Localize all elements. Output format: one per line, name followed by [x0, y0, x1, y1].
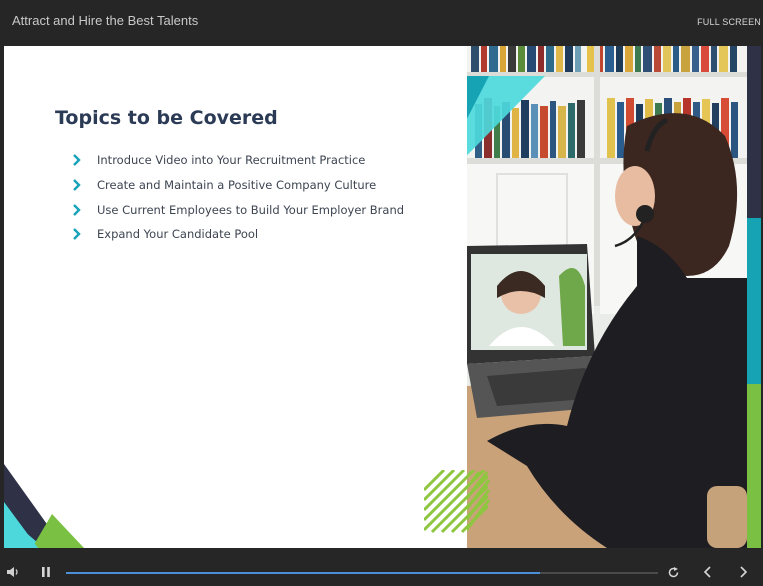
topic-item: Create and Maintain a Positive Company C…: [70, 173, 404, 198]
progress-fill: [66, 572, 540, 574]
chevron-right-icon: [73, 203, 81, 216]
stripes-decoration: [424, 470, 488, 534]
next-icon[interactable]: [737, 566, 749, 578]
slide-title: Topics to be Covered: [55, 107, 278, 129]
topic-item: Use Current Employees to Build Your Empl…: [70, 197, 404, 222]
player-controls: [0, 548, 763, 586]
topic-label: Expand Your Candidate Pool: [97, 227, 259, 242]
topic-item: Introduce Video into Your Recruitment Pr…: [70, 148, 404, 173]
player-header: Attract and Hire the Best Talents FULL S…: [0, 0, 763, 46]
course-title: Attract and Hire the Best Talents: [12, 13, 199, 28]
volume-icon[interactable]: [6, 565, 20, 579]
progress-bar[interactable]: [66, 572, 658, 574]
office-photo: [467, 46, 747, 548]
previous-icon[interactable]: [702, 566, 714, 578]
topic-item: Expand Your Candidate Pool: [70, 222, 404, 247]
topic-label: Use Current Employees to Build Your Empl…: [97, 202, 405, 217]
chevron-right-icon: [73, 154, 81, 167]
corner-decoration: [4, 464, 84, 548]
topic-label: Introduce Video into Your Recruitment Pr…: [97, 153, 366, 168]
slide-canvas: Topics to be Covered Introduce Video int…: [4, 46, 761, 548]
accent-bar: [747, 46, 761, 548]
chevron-right-icon: [73, 228, 81, 241]
chevron-right-icon: [73, 179, 81, 191]
topic-label: Create and Maintain a Positive Company C…: [97, 178, 377, 193]
pause-icon[interactable]: [40, 566, 52, 578]
fullscreen-button[interactable]: FULL SCREEN: [697, 17, 761, 27]
replay-icon[interactable]: [667, 566, 680, 579]
topics-list: Introduce Video into Your Recruitment Pr…: [70, 148, 404, 247]
